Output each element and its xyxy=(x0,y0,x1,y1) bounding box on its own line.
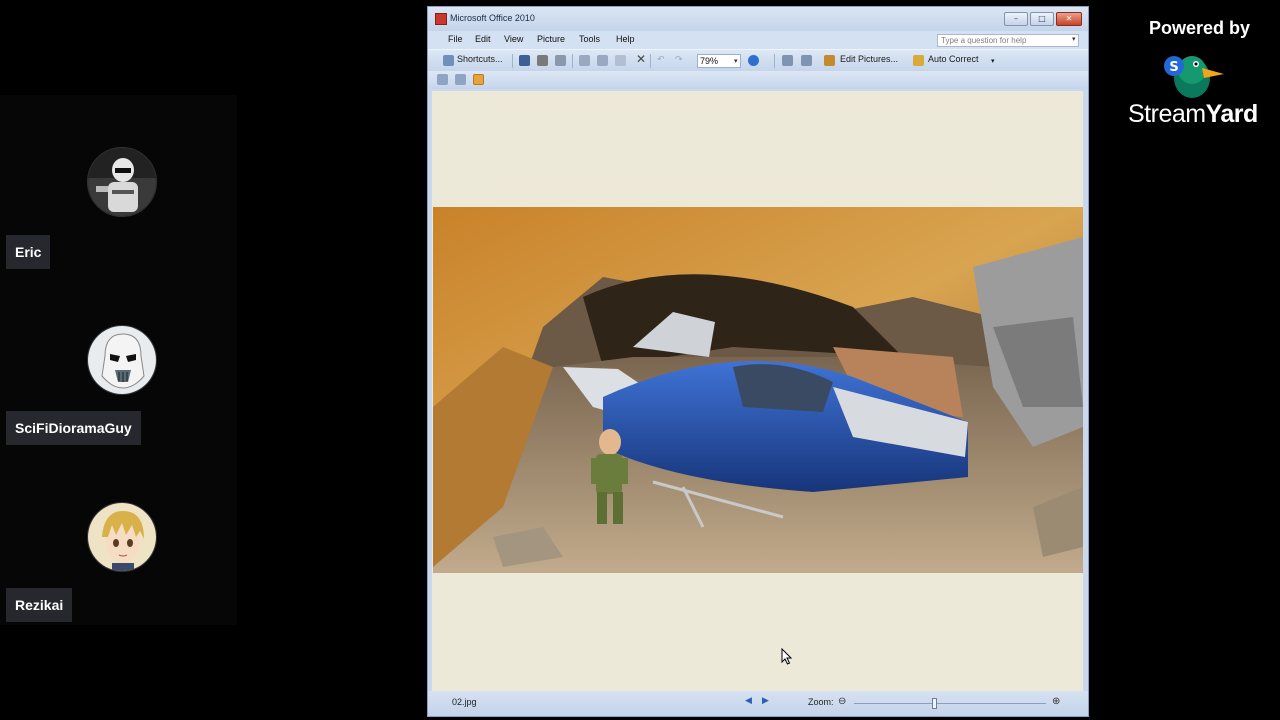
window-title: Microsoft Office 2010 xyxy=(450,13,535,23)
zoom-label: Zoom: xyxy=(808,697,834,707)
undo-icon[interactable]: ↶ xyxy=(657,54,665,65)
wordmark-bold: Yard xyxy=(1205,100,1259,128)
status-filename: 02.jpg xyxy=(452,697,477,707)
participant-name-tag: SciFiDioramaGuy xyxy=(6,411,141,445)
window-titlebar[interactable]: Microsoft Office 2010 – □ ✕ xyxy=(428,7,1088,31)
close-button[interactable]: ✕ xyxy=(1056,12,1082,26)
menu-picture[interactable]: Picture xyxy=(537,34,565,44)
rotate-right-icon[interactable] xyxy=(801,55,812,66)
menu-tools[interactable]: Tools xyxy=(579,34,600,44)
stream-stage: Eric SciFiDioramaGuy Rezikai Powered by … xyxy=(0,0,1280,720)
menu-help[interactable]: Help xyxy=(616,34,635,44)
cut-icon[interactable] xyxy=(579,55,590,66)
shortcuts-button[interactable]: Shortcuts... xyxy=(457,54,503,64)
save-icon[interactable] xyxy=(519,55,530,66)
filmstrip-view-icon[interactable] xyxy=(455,74,466,85)
participants-panel: Eric SciFiDioramaGuy Rezikai xyxy=(0,95,237,625)
picture-canvas xyxy=(432,91,1083,691)
toolbar-separator xyxy=(572,54,573,68)
diorama-photo xyxy=(433,207,1083,573)
view-toolbar xyxy=(428,71,1088,89)
shortcuts-icon xyxy=(443,55,454,66)
toolbar-separator xyxy=(774,54,775,68)
auto-correct-button[interactable]: Auto Correct xyxy=(928,54,979,64)
participant-name-tag: Rezikai xyxy=(6,588,73,622)
maximize-button[interactable]: □ xyxy=(1030,12,1054,26)
menu-edit[interactable]: Edit xyxy=(475,34,491,44)
toolbar-separator xyxy=(512,54,513,68)
toolbar-separator xyxy=(650,54,651,68)
menu-view[interactable]: View xyxy=(504,34,523,44)
help-dropdown-icon[interactable]: ▾ xyxy=(1072,35,1076,43)
delete-icon[interactable]: ✕ xyxy=(636,52,646,66)
paste-icon[interactable] xyxy=(615,55,626,66)
toolbar-overflow-icon[interactable]: ▾ xyxy=(991,57,995,65)
office-app-icon xyxy=(435,13,447,25)
next-picture-icon[interactable]: ▶ xyxy=(762,696,769,706)
zoom-slider-thumb[interactable] xyxy=(932,698,938,709)
thumbnail-view-icon[interactable] xyxy=(437,74,448,85)
redo-icon[interactable]: ↷ xyxy=(675,54,683,65)
help-search-input[interactable]: Type a question for help xyxy=(937,34,1079,47)
copy-icon[interactable] xyxy=(597,55,608,66)
mouse-cursor-icon xyxy=(781,648,793,665)
svg-text:S: S xyxy=(1169,60,1178,75)
zoom-dropdown-icon[interactable]: ▾ xyxy=(734,54,742,68)
zoom-in-icon[interactable]: ⊕ xyxy=(1052,696,1060,707)
previous-picture-icon[interactable]: ◀ xyxy=(745,696,752,706)
anime-character-avatar xyxy=(87,502,157,572)
standard-toolbar: Shortcuts... ✕ ↶ ↷ 79% ▾ Edit Pictures..… xyxy=(428,49,1088,71)
minimize-button[interactable]: – xyxy=(1004,12,1028,26)
edit-pictures-icon xyxy=(824,55,835,66)
stormtrooper-scout-avatar xyxy=(87,147,157,217)
edit-pictures-button[interactable]: Edit Pictures... xyxy=(840,54,898,64)
rotate-left-icon[interactable] xyxy=(782,55,793,66)
participant-name-tag: Eric xyxy=(6,235,51,269)
print-icon[interactable] xyxy=(537,55,548,66)
auto-correct-icon xyxy=(913,55,924,66)
menu-file[interactable]: File xyxy=(448,34,463,44)
streamyard-duck-logo-icon: S xyxy=(1162,48,1226,100)
zoom-slider-track[interactable] xyxy=(854,703,1046,704)
wordmark-light: Stream xyxy=(1128,100,1206,128)
streamyard-wordmark: StreamYard xyxy=(1128,100,1258,129)
picture-manager-window: Microsoft Office 2010 – □ ✕ File Edit Vi… xyxy=(427,6,1089,717)
status-bar: 02.jpg ◀ ▶ Zoom: ⊖ ⊕ xyxy=(428,691,1088,716)
help-icon[interactable] xyxy=(748,55,759,66)
menu-bar: File Edit View Picture Tools Help Type a… xyxy=(428,31,1088,49)
stormtrooper-helmet-avatar xyxy=(87,325,157,395)
single-picture-view-icon[interactable] xyxy=(473,74,484,85)
powered-by-label: Powered by xyxy=(1149,18,1251,38)
zoom-out-icon[interactable]: ⊖ xyxy=(838,696,846,707)
export-icon[interactable] xyxy=(555,55,566,66)
